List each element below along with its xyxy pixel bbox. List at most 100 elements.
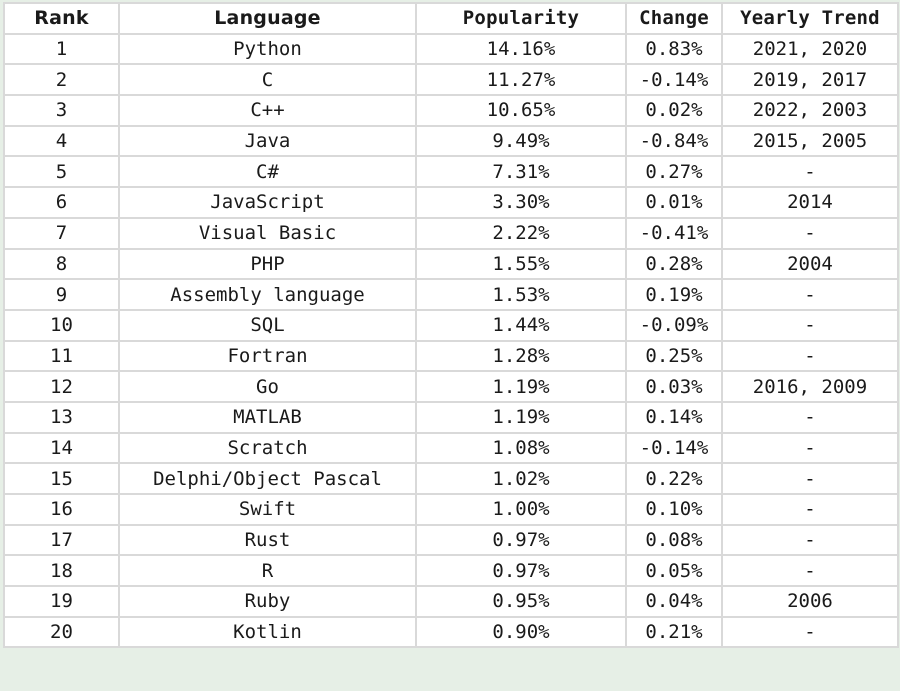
- cell-change: -0.14%: [625, 431, 723, 465]
- cell-yearly-trend: 2004: [721, 247, 899, 281]
- cell-language: Kotlin: [118, 615, 417, 649]
- cell-change: -0.41%: [625, 216, 723, 250]
- cell-popularity: 9.49%: [415, 124, 627, 158]
- cell-language: C: [118, 63, 417, 97]
- table-row: 16 Swift 1.00% 0.10% -: [3, 493, 899, 526]
- cell-popularity: 0.95%: [415, 585, 627, 618]
- cell-change: -0.14%: [625, 63, 723, 97]
- cell-language: Fortran: [118, 339, 417, 373]
- cell-popularity: 2.22%: [415, 216, 627, 250]
- cell-popularity: 7.31%: [415, 155, 627, 189]
- table-row: 20 Kotlin 0.90% 0.21% -: [3, 615, 899, 649]
- cell-rank: 6: [3, 186, 120, 219]
- cell-popularity: 1.28%: [415, 339, 627, 373]
- cell-yearly-trend: -: [721, 615, 899, 649]
- table-row: 14 Scratch 1.08% -0.14% -: [3, 431, 899, 465]
- cell-language: PHP: [118, 247, 417, 281]
- cell-popularity: 1.19%: [415, 370, 627, 403]
- cell-yearly-trend: -: [721, 431, 899, 465]
- table-row: 6 JavaScript 3.30% 0.01% 2014: [3, 186, 899, 219]
- cell-change: 0.08%: [625, 523, 723, 557]
- table-row: 17 Rust 0.97% 0.08% -: [3, 523, 899, 557]
- cell-language: Rust: [118, 523, 417, 557]
- cell-rank: 20: [3, 615, 120, 649]
- cell-rank: 4: [3, 124, 120, 158]
- cell-change: 0.05%: [625, 554, 723, 588]
- cell-change: 0.21%: [625, 615, 723, 649]
- table-row: 19 Ruby 0.95% 0.04% 2006: [3, 585, 899, 618]
- cell-language: Java: [118, 124, 417, 158]
- header-row: Rank Language Popularity Change Yearly T…: [3, 2, 899, 35]
- cell-popularity: 3.30%: [415, 186, 627, 219]
- cell-change: 0.28%: [625, 247, 723, 281]
- cell-language: Delphi/Object Pascal: [118, 462, 417, 495]
- cell-yearly-trend: -: [721, 554, 899, 588]
- cell-popularity: 0.97%: [415, 523, 627, 557]
- cell-language: SQL: [118, 308, 417, 342]
- cell-yearly-trend: -: [721, 278, 899, 311]
- cell-change: -0.09%: [625, 308, 723, 342]
- cell-change: -0.84%: [625, 124, 723, 158]
- table-row: 3 C++ 10.65% 0.02% 2022, 2003: [3, 94, 899, 127]
- cell-popularity: 1.02%: [415, 462, 627, 495]
- cell-change: 0.03%: [625, 370, 723, 403]
- cell-language: Assembly language: [118, 278, 417, 311]
- header-yearly-trend: Yearly Trend: [721, 2, 899, 35]
- table-row: 15 Delphi/Object Pascal 1.02% 0.22% -: [3, 462, 899, 495]
- cell-change: 0.14%: [625, 400, 723, 434]
- cell-rank: 8: [3, 247, 120, 281]
- header-change: Change: [625, 2, 723, 35]
- cell-yearly-trend: 2019, 2017: [721, 63, 899, 97]
- cell-change: 0.02%: [625, 94, 723, 127]
- cell-rank: 19: [3, 585, 120, 618]
- cell-popularity: 14.16%: [415, 32, 627, 66]
- cell-popularity: 1.55%: [415, 247, 627, 281]
- table-row: 12 Go 1.19% 0.03% 2016, 2009: [3, 370, 899, 403]
- cell-yearly-trend: 2016, 2009: [721, 370, 899, 403]
- cell-language: C++: [118, 94, 417, 127]
- table-row: 1 Python 14.16% 0.83% 2021, 2020: [3, 32, 899, 66]
- cell-rank: 15: [3, 462, 120, 495]
- cell-yearly-trend: -: [721, 400, 899, 434]
- cell-popularity: 1.00%: [415, 493, 627, 526]
- cell-yearly-trend: -: [721, 462, 899, 495]
- cell-rank: 2: [3, 63, 120, 97]
- cell-rank: 12: [3, 370, 120, 403]
- cell-language: Python: [118, 32, 417, 66]
- cell-rank: 3: [3, 94, 120, 127]
- cell-popularity: 10.65%: [415, 94, 627, 127]
- table-row: 11 Fortran 1.28% 0.25% -: [3, 339, 899, 373]
- cell-popularity: 11.27%: [415, 63, 627, 97]
- header-rank: Rank: [3, 2, 120, 35]
- cell-yearly-trend: -: [721, 155, 899, 189]
- table-row: 13 MATLAB 1.19% 0.14% -: [3, 400, 899, 434]
- cell-language: Swift: [118, 493, 417, 526]
- cell-yearly-trend: -: [721, 493, 899, 526]
- cell-rank: 16: [3, 493, 120, 526]
- table-row: 5 C# 7.31% 0.27% -: [3, 155, 899, 189]
- cell-popularity: 0.97%: [415, 554, 627, 588]
- cell-rank: 11: [3, 339, 120, 373]
- table-row: 4 Java 9.49% -0.84% 2015, 2005: [3, 124, 899, 158]
- cell-yearly-trend: 2021, 2020: [721, 32, 899, 66]
- cell-rank: 5: [3, 155, 120, 189]
- table-frame: Rank Language Popularity Change Yearly T…: [0, 0, 900, 691]
- cell-yearly-trend: 2006: [721, 585, 899, 618]
- cell-language: JavaScript: [118, 186, 417, 219]
- cell-rank: 1: [3, 32, 120, 66]
- table-row: 9 Assembly language 1.53% 0.19% -: [3, 278, 899, 311]
- language-popularity-table: Rank Language Popularity Change Yearly T…: [3, 2, 899, 649]
- cell-yearly-trend: 2022, 2003: [721, 94, 899, 127]
- cell-rank: 13: [3, 400, 120, 434]
- cell-language: Ruby: [118, 585, 417, 618]
- cell-rank: 7: [3, 216, 120, 250]
- cell-popularity: 1.19%: [415, 400, 627, 434]
- table-row: 18 R 0.97% 0.05% -: [3, 554, 899, 588]
- cell-rank: 9: [3, 278, 120, 311]
- cell-language: Scratch: [118, 431, 417, 465]
- cell-language: R: [118, 554, 417, 588]
- cell-yearly-trend: -: [721, 216, 899, 250]
- cell-yearly-trend: 2015, 2005: [721, 124, 899, 158]
- table-row: 10 SQL 1.44% -0.09% -: [3, 308, 899, 342]
- cell-popularity: 1.08%: [415, 431, 627, 465]
